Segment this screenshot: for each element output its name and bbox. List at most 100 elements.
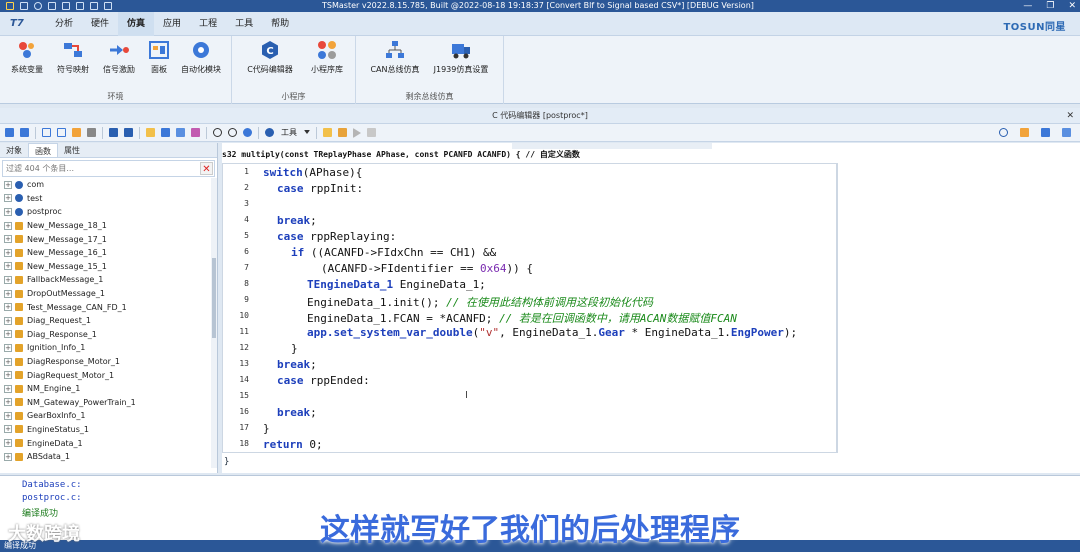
minimize-button[interactable]: — <box>1023 0 1032 12</box>
tree-item[interactable]: + New_Message_15_1 <box>0 260 210 274</box>
expand-icon[interactable]: + <box>4 425 12 434</box>
headphones-icon[interactable] <box>243 128 252 137</box>
tree-item[interactable]: + New_Message_18_1 <box>0 219 210 233</box>
expand-icon[interactable]: + <box>4 398 12 407</box>
clear-filter-icon[interactable]: ✕ <box>200 162 213 175</box>
expand-icon[interactable]: + <box>4 411 12 420</box>
menu-tools[interactable]: 工具 <box>226 12 262 36</box>
tree-item[interactable]: + ABSdata_1 <box>0 450 210 464</box>
expand-icon[interactable]: + <box>4 357 12 366</box>
paste-icon[interactable] <box>72 128 81 137</box>
expand-icon[interactable]: + <box>4 180 12 189</box>
expand-icon[interactable]: + <box>4 316 12 325</box>
expand-icon[interactable]: + <box>4 330 12 339</box>
gear-icon[interactable] <box>265 128 274 137</box>
c-code-editor-button[interactable]: C C代码编辑器 <box>240 40 300 75</box>
menu-simulation[interactable]: 仿真 <box>118 12 155 36</box>
tree-item[interactable]: + New_Message_16_1 <box>0 246 210 260</box>
back-icon[interactable] <box>5 128 14 137</box>
expand-icon[interactable]: + <box>4 371 12 380</box>
tree-item[interactable]: + EngineData_1 <box>0 436 210 450</box>
save-file-icon[interactable] <box>161 128 170 137</box>
expand-icon[interactable]: + <box>4 194 12 203</box>
can-bus-simulation-button[interactable]: CAN总线仿真 <box>366 40 424 75</box>
menu-hardware[interactable]: 硬件 <box>82 12 118 36</box>
tree-item[interactable]: + Diag_Request_1 <box>0 314 210 328</box>
menu-help[interactable]: 帮助 <box>262 12 298 36</box>
layout-icon[interactable] <box>90 2 98 10</box>
undo-icon[interactable] <box>76 2 84 10</box>
run-icon[interactable] <box>353 127 361 138</box>
record-icon[interactable] <box>34 2 42 10</box>
tree-item[interactable]: + test <box>0 192 210 206</box>
redo-icon[interactable] <box>104 2 112 10</box>
j1939-settings-button[interactable]: J1939仿真设置 <box>428 40 494 75</box>
search-icon[interactable] <box>999 128 1008 137</box>
tree-item[interactable]: + Ignition_Info_1 <box>0 341 210 355</box>
move-up-icon[interactable] <box>124 128 133 137</box>
expand-icon[interactable]: + <box>4 384 12 393</box>
package-icon[interactable] <box>338 128 347 137</box>
tree-item[interactable]: + EngineStatus_1 <box>0 423 210 437</box>
tools-dropdown[interactable]: 工具 <box>281 127 297 138</box>
move-down-icon[interactable] <box>109 128 118 137</box>
tree-item[interactable]: + FallbackMessage_1 <box>0 273 210 287</box>
lightning-icon[interactable] <box>1020 128 1029 137</box>
stop-icon[interactable] <box>367 128 376 137</box>
expand-icon[interactable]: + <box>4 262 12 271</box>
symbol-mapping-button[interactable]: 符号映射 <box>50 40 96 75</box>
maximize-button[interactable]: ❐ <box>1046 0 1054 12</box>
tree-item[interactable]: + Diag_Response_1 <box>0 328 210 342</box>
expand-icon[interactable]: + <box>4 235 12 244</box>
save-all-icon[interactable] <box>176 128 185 137</box>
image-icon[interactable] <box>191 128 200 137</box>
cut-icon[interactable] <box>87 128 96 137</box>
tree-item[interactable]: + New_Message_17_1 <box>0 232 210 246</box>
settings-icon[interactable] <box>1062 128 1071 137</box>
find-next-icon[interactable] <box>228 128 237 137</box>
expand-icon[interactable]: + <box>4 207 12 216</box>
system-variables-button[interactable]: 系统变量 <box>4 40 50 75</box>
expand-icon[interactable]: + <box>4 221 12 230</box>
tree-item[interactable]: + NM_Gateway_PowerTrain_1 <box>0 396 210 410</box>
copy-icon[interactable] <box>57 128 66 137</box>
tree-item[interactable]: + Test_Message_CAN_FD_1 <box>0 300 210 314</box>
filter-input[interactable] <box>3 161 193 176</box>
expand-icon[interactable]: + <box>4 452 12 461</box>
menu-application[interactable]: 应用 <box>154 12 190 36</box>
expand-icon[interactable]: + <box>4 289 12 298</box>
app-logo[interactable]: T7 <box>10 18 24 29</box>
lightning-icon[interactable] <box>6 2 14 10</box>
new-file-icon[interactable] <box>42 128 51 137</box>
open-folder-icon[interactable] <box>146 128 155 137</box>
tree-scrollbar[interactable] <box>211 178 217 468</box>
expand-icon[interactable]: + <box>4 275 12 284</box>
editor-close-icon[interactable]: ✕ <box>1066 108 1074 124</box>
tab-properties[interactable]: 属性 <box>58 143 86 157</box>
tree-item[interactable]: + DropOutMessage_1 <box>0 287 210 301</box>
code-area[interactable]: 1 2 3 4 5 6 7 8 9 10 11 12 13 14 15 16 1… <box>222 163 837 453</box>
checkbox-icon[interactable] <box>48 2 56 10</box>
tree-item[interactable]: + DiagResponse_Motor_1 <box>0 355 210 369</box>
find-icon[interactable] <box>213 128 222 137</box>
tree-item[interactable]: + com <box>0 178 210 192</box>
expand-icon[interactable]: + <box>4 439 12 448</box>
forward-icon[interactable] <box>20 128 29 137</box>
automation-module-button[interactable]: 自动化模块 <box>176 40 226 75</box>
expand-icon[interactable]: + <box>4 343 12 352</box>
new-icon[interactable] <box>20 2 28 10</box>
compile-icon[interactable] <box>1041 128 1050 137</box>
tab-functions[interactable]: 函数 <box>28 143 58 157</box>
scrollbar-thumb[interactable] <box>212 258 216 338</box>
mini-program-library-button[interactable]: 小程序库 <box>302 40 352 75</box>
menu-project[interactable]: 工程 <box>190 12 226 36</box>
expand-icon[interactable]: + <box>4 248 12 257</box>
tab-objects[interactable]: 对象 <box>0 143 28 157</box>
close-button[interactable]: ✕ <box>1068 0 1076 12</box>
tree-item[interactable]: + GearBoxInfo_1 <box>0 409 210 423</box>
folder-icon[interactable] <box>323 128 332 137</box>
menu-analysis[interactable]: 分析 <box>46 12 82 36</box>
tree-item[interactable]: + NM_Engine_1 <box>0 382 210 396</box>
tree-item[interactable]: + postproc <box>0 205 210 219</box>
chevron-down-icon[interactable] <box>304 129 310 136</box>
